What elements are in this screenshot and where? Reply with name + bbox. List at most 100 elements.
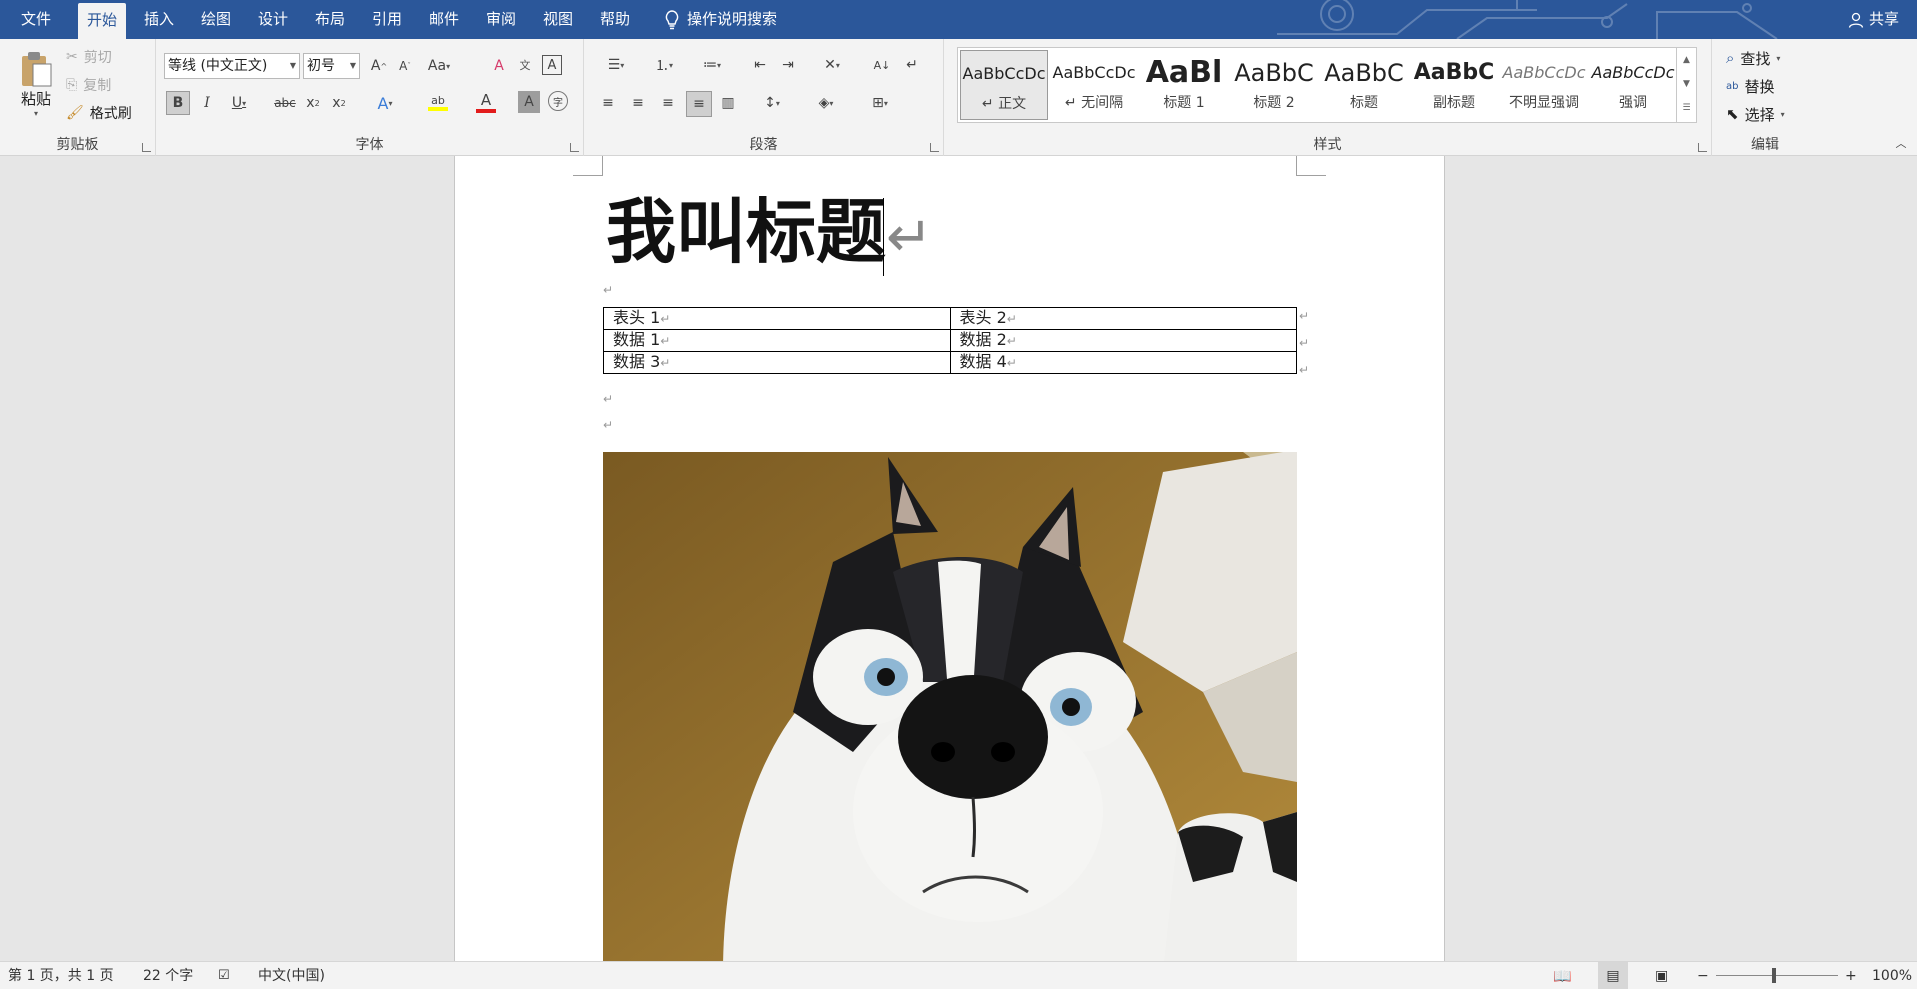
replace-button[interactable]: ab 替换 (1726, 75, 1775, 97)
style-subtle-emphasis[interactable]: AaBbCcDc 不明显强调 (1500, 50, 1588, 120)
font-name-combo[interactable]: 等线 (中文正文) ▼ (164, 53, 300, 79)
change-case-icon[interactable]: Aa ▾ (422, 55, 456, 77)
format-painter-button[interactable]: 🖌 格式刷 (66, 103, 132, 123)
dialog-launcher-icon[interactable] (570, 143, 579, 152)
tab-design[interactable]: 设计 (249, 0, 297, 39)
paste-label: 粘贴 (20, 90, 51, 108)
zoom-in-icon[interactable]: + (1845, 962, 1857, 989)
style-normal[interactable]: AaBbCcDc ↵ 正文 (960, 50, 1048, 120)
tab-mailings[interactable]: 邮件 (420, 0, 468, 39)
bold-button[interactable]: B (166, 91, 190, 115)
collapse-ribbon-icon[interactable]: ︿ (1893, 135, 1909, 151)
bullets-icon[interactable]: ☰ ▾ (596, 53, 636, 77)
proofing-icon[interactable]: ☑ (218, 962, 230, 989)
style-title[interactable]: AaBbC 标题 (1320, 50, 1408, 120)
align-right-icon[interactable]: ≡ (656, 91, 680, 115)
highlight-color-button[interactable]: ab (418, 89, 458, 115)
table-cell[interactable]: 表头 2↵ (949, 307, 1297, 330)
document-page[interactable]: 我叫标题↵ ↵ 表头 1↵ 表头 2↵ 数据 1↵ 数据 2↵ 数据 3↵ 数据… (454, 156, 1445, 961)
chinese-layout-icon[interactable]: ✕ ▾ (812, 53, 852, 77)
tell-me-search[interactable]: 操作说明搜索 (656, 0, 786, 39)
shrink-font-icon[interactable]: Aˇ (394, 55, 416, 77)
character-border-icon[interactable]: A (542, 55, 562, 75)
font-color-button[interactable]: A (466, 89, 506, 115)
cut-label: 剪切 (83, 50, 112, 66)
scroll-down-icon[interactable]: ▼ (1677, 72, 1696, 96)
increase-indent-icon[interactable]: ⇥ (776, 53, 800, 77)
paste-button[interactable]: 粘贴 ▾ (12, 45, 60, 123)
table-cell[interactable]: 数据 3↵ (603, 351, 951, 374)
show-paragraph-marks-icon[interactable]: ↵ (900, 53, 924, 77)
style-no-spacing[interactable]: AaBbCcDc ↵ 无间隔 (1050, 50, 1138, 120)
phonetic-guide-icon[interactable]: 文 (514, 53, 536, 77)
table-cell[interactable]: 数据 1↵ (603, 329, 951, 352)
align-center-icon[interactable]: ≡ (626, 91, 650, 115)
find-button[interactable]: ⌕ 查找 ▾ (1726, 47, 1780, 69)
font-size-combo[interactable]: 初号 ▼ (303, 53, 360, 79)
cut-button[interactable]: ✂ 剪切 (66, 47, 112, 67)
numbering-icon[interactable]: ⒈ ▾ (644, 53, 684, 77)
tab-home[interactable]: 开始 (78, 3, 127, 39)
table-cell[interactable]: 表头 1↵ (603, 307, 951, 330)
style-heading-2[interactable]: AaBbC 标题 2 (1230, 50, 1318, 120)
dialog-launcher-icon[interactable] (930, 143, 939, 152)
share-button[interactable]: 共享 (1848, 0, 1899, 39)
grow-font-icon[interactable]: A ^ (368, 55, 390, 77)
page-count[interactable]: 第 1 页，共 1 页 (8, 962, 114, 989)
font-color-icon: A (480, 91, 492, 109)
shading-icon[interactable]: ◈ ▾ (806, 91, 846, 115)
print-layout-icon[interactable]: ▤ (1598, 962, 1628, 989)
underline-button[interactable]: U ▾ (222, 91, 256, 115)
web-layout-icon[interactable]: ▣ (1655, 962, 1668, 989)
document-table[interactable]: 表头 1↵ 表头 2↵ 数据 1↵ 数据 2↵ 数据 3↵ 数据 4↵ (603, 307, 1297, 374)
read-mode-icon[interactable]: 📖 (1553, 962, 1572, 989)
table-cell[interactable]: 数据 4↵ (949, 351, 1297, 374)
word-count[interactable]: 22 个字 (143, 962, 193, 989)
character-shading-icon[interactable]: A (518, 91, 540, 113)
align-left-icon[interactable]: ≡ (596, 91, 620, 115)
zoom-level[interactable]: 100% (1872, 962, 1912, 989)
husky-photo[interactable] (603, 452, 1297, 961)
copy-button[interactable]: ⎘ 复制 (66, 75, 111, 95)
style-heading-1[interactable]: AaBl 标题 1 (1140, 50, 1228, 120)
tab-references[interactable]: 引用 (363, 0, 411, 39)
multilevel-list-icon[interactable]: ≔ ▾ (692, 53, 732, 77)
dialog-launcher-icon[interactable] (142, 143, 151, 152)
justify-icon[interactable]: ≡ (686, 91, 712, 117)
enclose-characters-icon[interactable]: 字 (548, 91, 568, 111)
borders-icon[interactable]: ⊞ ▾ (860, 91, 900, 115)
distributed-icon[interactable]: ▥ (716, 91, 740, 115)
styles-gallery-scroll[interactable]: ▲ ▼ ☰ (1676, 48, 1696, 122)
style-sample: AaBbC (1234, 59, 1314, 87)
table-cell[interactable]: 数据 2↵ (949, 329, 1297, 352)
subscript-button[interactable]: x2 (302, 91, 324, 115)
tab-file[interactable]: 文件 (12, 0, 60, 39)
tab-layout[interactable]: 布局 (306, 0, 354, 39)
tab-review[interactable]: 审阅 (477, 0, 525, 39)
decrease-indent-icon[interactable]: ⇤ (748, 53, 772, 77)
tab-insert[interactable]: 插入 (135, 0, 183, 39)
italic-button[interactable]: I (196, 91, 218, 115)
text-effects-icon[interactable]: A ▾ (370, 91, 400, 115)
clear-formatting-icon[interactable]: A (488, 55, 510, 77)
style-name: 不明显强调 (1509, 95, 1579, 111)
tab-draw[interactable]: 绘图 (192, 0, 240, 39)
dialog-launcher-icon[interactable] (1698, 143, 1707, 152)
zoom-slider[interactable] (1716, 975, 1838, 976)
language-indicator[interactable]: 中文(中国) (258, 962, 325, 989)
style-subtitle[interactable]: AaBbC 副标题 (1410, 50, 1498, 120)
table-row: 数据 3↵ 数据 4↵ (603, 351, 1297, 374)
sort-icon[interactable]: A↓ (870, 53, 894, 77)
scroll-up-icon[interactable]: ▲ (1677, 48, 1696, 72)
zoom-slider-thumb[interactable] (1772, 968, 1776, 983)
zoom-out-icon[interactable]: − (1697, 962, 1709, 989)
tab-help[interactable]: 帮助 (591, 0, 639, 39)
tab-view[interactable]: 视图 (534, 0, 582, 39)
font-size-value: 初号 (307, 58, 335, 74)
select-button[interactable]: ⬉ 选择 ▾ (1726, 103, 1785, 125)
strikethrough-button[interactable]: abc (272, 91, 298, 115)
superscript-button[interactable]: x2 (328, 91, 350, 115)
style-emphasis[interactable]: AaBbCcDc 强调 (1590, 50, 1676, 120)
line-spacing-icon[interactable]: ↕ ▾ (752, 91, 792, 115)
gallery-more-icon[interactable]: ☰ (1677, 96, 1696, 120)
